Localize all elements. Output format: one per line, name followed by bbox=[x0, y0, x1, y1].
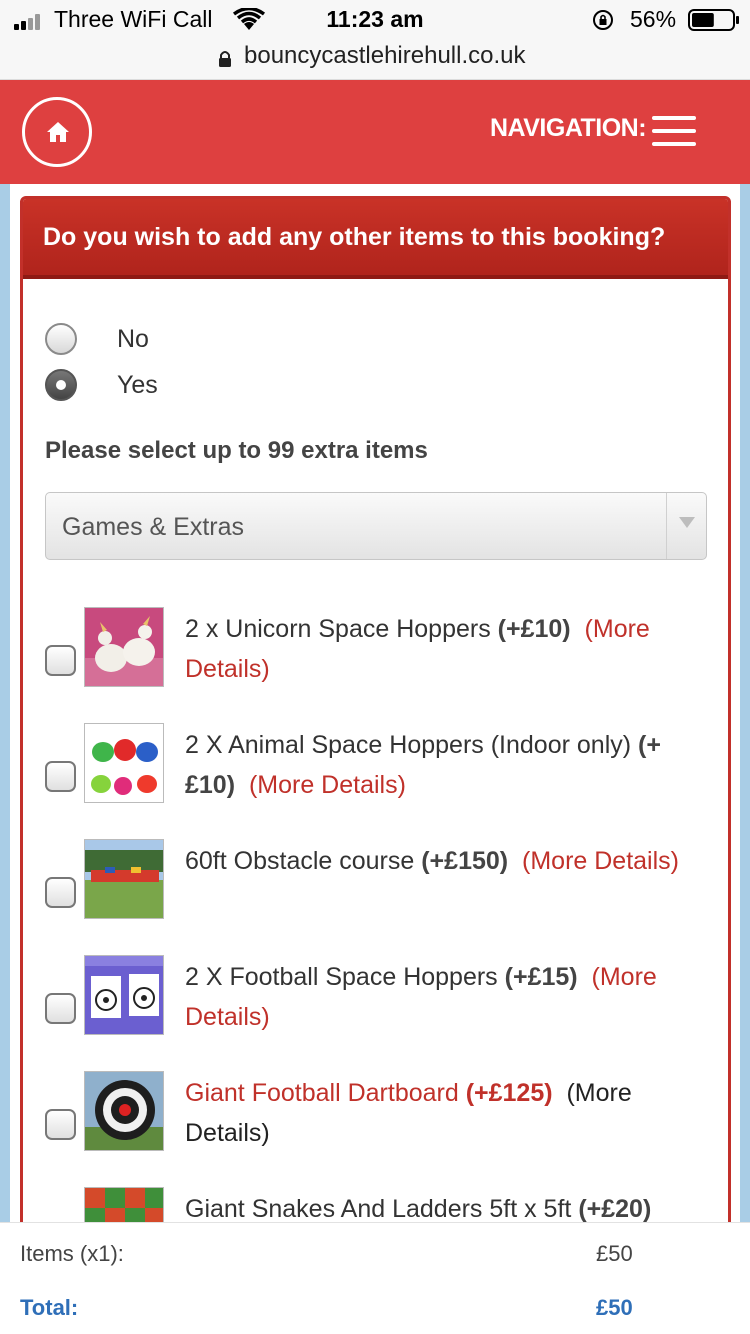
status-bar: Three WiFi Call 11:23 am 56% bbox=[0, 0, 750, 40]
item-text: 2 X Football Space Hoppers (+£15) (More … bbox=[185, 957, 710, 1037]
item-thumbnail-unicorn-hoppers[interactable] bbox=[84, 607, 164, 687]
list-item: Giant Football Dartboard (+£125) (More D… bbox=[23, 1071, 728, 1171]
hamburger-menu-icon[interactable] bbox=[652, 116, 696, 146]
radio-yes[interactable] bbox=[45, 369, 77, 401]
item-checkbox[interactable] bbox=[45, 993, 76, 1024]
radio-no[interactable] bbox=[45, 323, 77, 355]
item-name: 2 X Animal Space Hoppers (Indoor only) bbox=[185, 731, 639, 759]
more-details-link[interactable]: (More Details) bbox=[249, 771, 406, 799]
site-header: NAVIGATION: bbox=[0, 80, 750, 184]
page-background-stripe bbox=[0, 184, 10, 1224]
url-text: bouncycastlehirehull.co.uk bbox=[244, 42, 526, 69]
list-item: 2 x Unicorn Space Hoppers (+£10) (More D… bbox=[23, 607, 728, 707]
items-subtotal: £50 bbox=[596, 1241, 633, 1266]
list-item: 2 X Football Space Hoppers (+£15) (More … bbox=[23, 955, 728, 1055]
more-details-link[interactable]: (More Details) bbox=[522, 847, 679, 875]
item-checkbox[interactable] bbox=[45, 761, 76, 792]
item-checkbox[interactable] bbox=[45, 877, 76, 908]
panel-heading: Do you wish to add any other items to th… bbox=[23, 199, 728, 279]
item-text: 2 X Animal Space Hoppers (Indoor only) (… bbox=[185, 725, 710, 805]
items-count-label: Items (x1): bbox=[20, 1241, 124, 1266]
browser-url-bar[interactable]: bouncycastlehirehull.co.uk bbox=[0, 40, 750, 80]
home-icon bbox=[47, 122, 69, 142]
item-thumbnail-football-dartboard[interactable] bbox=[84, 1071, 164, 1151]
item-thumbnail-animal-hoppers[interactable] bbox=[84, 723, 164, 803]
item-name: Giant Snakes And Ladders 5ft x 5ft bbox=[185, 1195, 579, 1223]
item-checkbox[interactable] bbox=[45, 1109, 76, 1140]
item-price: (+£15) bbox=[504, 963, 578, 991]
category-select[interactable]: Games & Extras bbox=[45, 492, 707, 560]
orientation-lock-icon bbox=[593, 10, 613, 30]
total-value: £50 bbox=[596, 1295, 633, 1320]
item-name: 2 X Football Space Hoppers bbox=[185, 963, 505, 991]
item-checkbox[interactable] bbox=[45, 645, 76, 676]
home-button[interactable] bbox=[22, 97, 92, 167]
item-name: Giant Football Dartboard bbox=[185, 1079, 466, 1107]
item-price: (+£125) bbox=[465, 1079, 553, 1107]
select-arrow[interactable] bbox=[666, 493, 706, 559]
item-price: (+£10) bbox=[497, 615, 571, 643]
item-thumbnail-obstacle-course[interactable] bbox=[84, 839, 164, 919]
booking-summary: Items (x1): £50 Total: £50 bbox=[0, 1222, 750, 1334]
radio-label-no: No bbox=[117, 325, 149, 353]
extras-panel: Do you wish to add any other items to th… bbox=[20, 196, 731, 1236]
item-text: 2 x Unicorn Space Hoppers (+£10) (More D… bbox=[185, 609, 710, 689]
lock-icon bbox=[219, 51, 231, 67]
item-thumbnail-football-hoppers[interactable] bbox=[84, 955, 164, 1035]
battery-icon bbox=[688, 9, 739, 31]
item-text: 60ft Obstacle course (+£150) (More Detai… bbox=[185, 841, 710, 881]
battery-percent: 56% bbox=[630, 6, 677, 32]
select-hint: Please select up to 99 extra items bbox=[45, 437, 428, 464]
page-background-stripe bbox=[740, 184, 750, 1224]
list-item: 2 X Animal Space Hoppers (Indoor only) (… bbox=[23, 723, 728, 823]
panel-title: Do you wish to add any other items to th… bbox=[43, 223, 666, 251]
item-price: (+£20) bbox=[578, 1195, 652, 1223]
item-name: 60ft Obstacle course bbox=[185, 847, 422, 875]
chevron-down-icon bbox=[679, 517, 695, 528]
list-item: 60ft Obstacle course (+£150) (More Detai… bbox=[23, 839, 728, 939]
navigation-label[interactable]: NAVIGATION: bbox=[490, 114, 647, 143]
total-label: Total: bbox=[20, 1295, 79, 1320]
category-select-value: Games & Extras bbox=[62, 513, 244, 541]
item-text: Giant Football Dartboard (+£125) (More D… bbox=[185, 1073, 710, 1153]
radio-label-yes: Yes bbox=[117, 371, 158, 399]
item-name: 2 x Unicorn Space Hoppers bbox=[185, 615, 498, 643]
item-price: (+£150) bbox=[421, 847, 509, 875]
